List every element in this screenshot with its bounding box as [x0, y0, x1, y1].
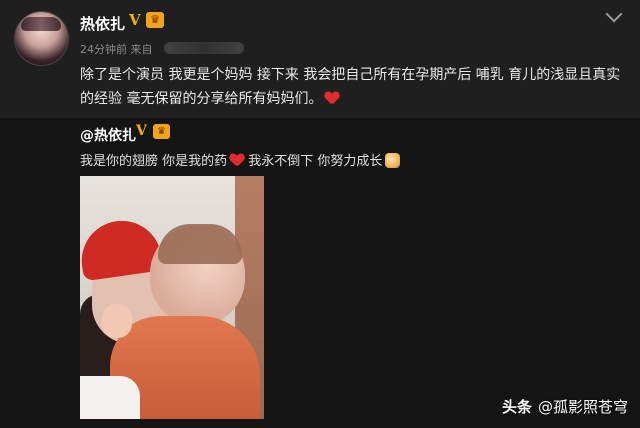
- repost-text: 我是你的翅膀 你是我的药 我永不倒下 你努力成长: [80, 150, 401, 169]
- post-author-name[interactable]: 热依扎: [80, 13, 125, 34]
- fist-emoji-icon: [385, 153, 401, 168]
- post-source-blurred: [164, 42, 244, 54]
- vip-badge-icon: ♛: [146, 12, 164, 28]
- photo-white-cloth: [80, 376, 140, 419]
- watermark-handle: @孤影照苍穹: [537, 398, 628, 416]
- avatar[interactable]: [14, 11, 69, 66]
- photo-baby-hand: [102, 304, 132, 338]
- heart-emoji-icon: [325, 91, 339, 105]
- post-content-text: 除了是个演员 我更是个妈妈 接下来 我会把自己所有在孕期产后 哺乳 育儿的浅显且…: [80, 67, 621, 107]
- heart-emoji-icon: [230, 153, 244, 167]
- mother-and-baby-photo[interactable]: [80, 176, 264, 419]
- repost-text-part2: 我永不倒下 你努力成长: [244, 154, 383, 169]
- verified-v-icon: V: [129, 11, 141, 29]
- repost-author-name[interactable]: @热依扎: [80, 125, 136, 145]
- repost-text-part1: 我是你的翅膀 你是我的药: [80, 154, 228, 169]
- vip-badge-icon: ♛: [153, 124, 170, 139]
- verified-v-icon: V: [136, 123, 147, 139]
- toutiao-watermark: 头条 @孤影照苍穹: [502, 396, 628, 417]
- post-time: 24分钟前 来自: [80, 43, 153, 56]
- photo-baby-hair: [158, 224, 242, 264]
- watermark-brand: 头条: [501, 398, 532, 416]
- post-content: 除了是个演员 我更是个妈妈 接下来 我会把自己所有在孕期产后 哺乳 育儿的浅显且…: [80, 63, 630, 111]
